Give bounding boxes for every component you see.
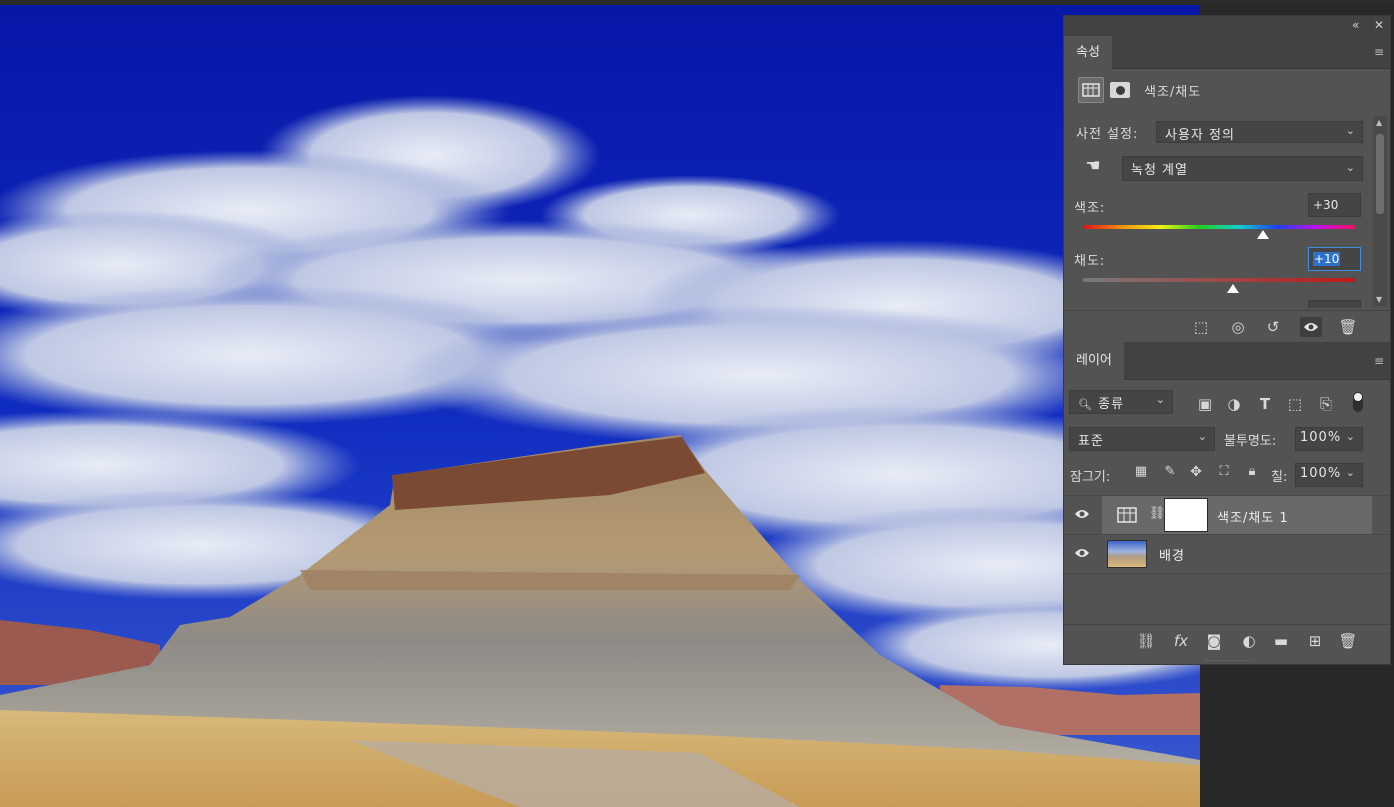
fill-field[interactable]: 100% ⌄ — [1295, 463, 1363, 487]
close-icon[interactable]: ✕ — [1374, 18, 1384, 32]
search-icon: 🔍︎ — [1078, 398, 1093, 411]
clip-to-layer-icon[interactable]: ⬚ — [1190, 317, 1212, 337]
blend-mode-dropdown[interactable]: 표준 ⌄ — [1069, 427, 1215, 451]
scroll-down-icon[interactable]: ▼ — [1376, 295, 1382, 304]
hue-value: +30 — [1313, 198, 1339, 212]
saturation-value-field[interactable]: +10 — [1308, 247, 1361, 271]
chevron-down-icon: ⌄ — [1345, 466, 1356, 479]
targeted-adjustment-hand-icon[interactable]: ☚ — [1082, 155, 1104, 177]
filter-shape-icon[interactable]: ⬚ — [1284, 394, 1306, 414]
blend-mode-value: 표준 — [1078, 434, 1104, 449]
layer-thumbnail[interactable] — [1107, 540, 1147, 568]
hue-label: 색조: — [1074, 201, 1106, 216]
add-mask-icon[interactable]: ◙ — [1203, 631, 1225, 651]
scroll-up-icon[interactable]: ▲ — [1376, 118, 1382, 127]
visibility-icon[interactable] — [1300, 317, 1322, 337]
layer-mask-thumbnail[interactable] — [1164, 498, 1208, 532]
scroll-handle[interactable] — [1376, 134, 1384, 214]
fill-value: 100% — [1300, 466, 1342, 481]
panel-titlebar[interactable]: « ✕ — [1064, 16, 1390, 36]
chevron-down-icon: ⌄ — [1345, 124, 1356, 137]
opacity-value: 100% — [1300, 430, 1342, 445]
layer-row-hue-saturation[interactable]: ⛓ 색조/채도 1 — [1064, 496, 1390, 534]
hue-slider-thumb[interactable] — [1256, 230, 1269, 239]
new-group-icon[interactable]: ▬ — [1270, 631, 1292, 651]
lock-transparent-pixels-icon[interactable]: ▦ — [1130, 462, 1152, 482]
divider — [1064, 573, 1390, 574]
preset-label: 사전 설정: — [1076, 127, 1139, 142]
lock-position-icon[interactable]: ✥ — [1185, 462, 1207, 482]
filter-smart-object-icon[interactable]: ⎘ — [1315, 394, 1337, 414]
hue-value-field[interactable]: +30 — [1308, 193, 1361, 217]
layer-name[interactable]: 배경 — [1159, 545, 1185, 564]
collapse-icon[interactable]: « — [1352, 18, 1359, 32]
mask-icon[interactable] — [1110, 82, 1130, 98]
adjustment-layer-icon — [1116, 505, 1138, 525]
photoshop-workspace: « ✕ 속성 ≡ 색조/채도 사전 설정: 사용자 정의 ⌄ ☚ 녹청 계열 ⌄… — [0, 0, 1394, 807]
preset-dropdown[interactable]: 사용자 정의 ⌄ — [1156, 121, 1363, 143]
saturation-label: 채도: — [1074, 254, 1106, 269]
preset-value: 사용자 정의 — [1165, 128, 1235, 143]
chevron-down-icon: ⌄ — [1345, 161, 1356, 174]
tab-layers[interactable]: 레이어 — [1064, 342, 1124, 380]
reset-icon[interactable]: ↺ — [1262, 317, 1284, 337]
adjustment-layer-icon[interactable] — [1078, 77, 1104, 103]
layers-toolbar: ⛓ fx ◙ ◐ ▬ ⊞ 🗑 — [1064, 624, 1390, 658]
saturation-value: +10 — [1313, 252, 1341, 266]
view-previous-state-icon[interactable]: ◎ — [1227, 317, 1249, 337]
chevron-down-icon: ⌄ — [1345, 430, 1356, 443]
layers-menu-icon[interactable]: ≡ — [1374, 354, 1384, 368]
trash-icon[interactable]: 🗑 — [1337, 631, 1359, 651]
fill-label: 칠: — [1271, 470, 1288, 485]
lightness-value-field[interactable] — [1308, 300, 1361, 308]
landscape-photo — [0, 5, 1200, 807]
chevron-down-icon: ⌄ — [1197, 430, 1208, 443]
document-canvas[interactable] — [0, 5, 1200, 807]
properties-toolbar: ⬚ ◎ ↺ 🗑 — [1064, 310, 1390, 342]
filter-type-icon[interactable]: T — [1254, 394, 1276, 414]
layer-row-background[interactable]: 배경 — [1064, 535, 1390, 573]
panel-menu-icon[interactable]: ≡ — [1374, 45, 1384, 59]
adjustment-title: 색조/채도 — [1144, 85, 1202, 100]
channel-dropdown[interactable]: 녹청 계열 ⌄ — [1122, 156, 1363, 181]
eye-icon[interactable] — [1074, 547, 1090, 559]
fx-icon[interactable]: fx — [1170, 631, 1192, 651]
floating-panel: « ✕ 속성 ≡ 색조/채도 사전 설정: 사용자 정의 ⌄ ☚ 녹청 계열 ⌄… — [1063, 15, 1391, 665]
hue-slider-track[interactable] — [1083, 225, 1355, 229]
panel-resize-grip[interactable] — [1204, 660, 1252, 663]
saturation-slider-track[interactable] — [1083, 278, 1355, 282]
filter-kind: 종류 — [1098, 397, 1125, 412]
channel-value: 녹청 계열 — [1131, 163, 1188, 178]
chevron-down-icon: ⌄ — [1155, 393, 1166, 406]
lock-image-pixels-icon[interactable]: ✎ — [1159, 462, 1181, 482]
lock-all-icon[interactable]: 🔒︎ — [1241, 462, 1263, 482]
lock-label: 잠그기: — [1070, 470, 1111, 485]
opacity-label: 불투명도: — [1224, 434, 1277, 449]
new-layer-icon[interactable]: ⊞ — [1304, 631, 1326, 651]
filter-adjustment-icon[interactable]: ◑ — [1223, 394, 1245, 414]
new-adjustment-layer-icon[interactable]: ◐ — [1238, 631, 1260, 651]
lock-artboard-icon[interactable]: ⛶ — [1213, 462, 1235, 482]
saturation-slider-thumb[interactable] — [1226, 284, 1239, 293]
layer-filter-dropdown[interactable]: 🔍︎ 종류 ⌄ — [1069, 390, 1173, 414]
filter-pixel-icon[interactable]: ▣ — [1194, 394, 1216, 414]
link-layers-icon[interactable]: ⛓ — [1135, 631, 1157, 651]
tab-properties[interactable]: 속성 — [1064, 36, 1112, 69]
layers-tabbar: 레이어 ≡ — [1064, 342, 1390, 380]
properties-scrollbar[interactable]: ▲ ▼ — [1373, 116, 1387, 306]
trash-icon[interactable]: 🗑 — [1337, 317, 1359, 337]
layer-name[interactable]: 색조/채도 1 — [1217, 507, 1289, 526]
filter-toggle[interactable] — [1353, 392, 1363, 412]
opacity-field[interactable]: 100% ⌄ — [1295, 427, 1363, 451]
eye-icon[interactable] — [1074, 508, 1090, 520]
properties-tabbar: 속성 ≡ — [1064, 36, 1390, 69]
